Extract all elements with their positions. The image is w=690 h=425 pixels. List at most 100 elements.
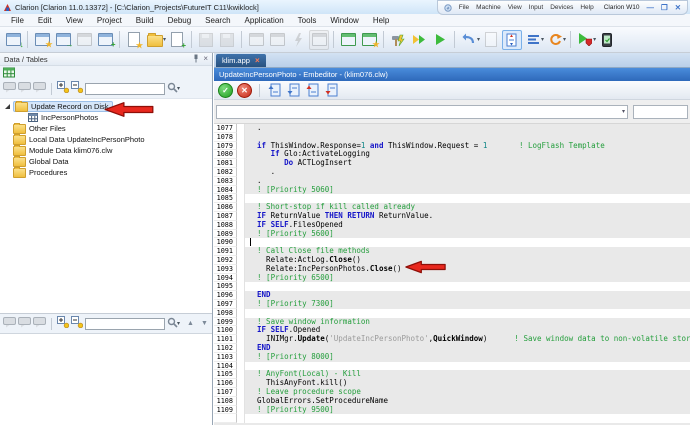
tree-item-update-record-on-disk[interactable]: Update Record on Disk — [0, 101, 212, 112]
add-application-button[interactable]: + — [95, 30, 115, 50]
code-text[interactable]: ! [Priority 7300] — [245, 300, 690, 309]
menu-tools[interactable]: Tools — [291, 16, 324, 25]
code-line-1095[interactable]: 1095 — [214, 282, 690, 291]
embed-list-button[interactable] — [523, 30, 543, 50]
code-text[interactable]: . — [245, 168, 690, 177]
accept-button[interactable]: ✓ — [218, 83, 233, 98]
previous-filled-embed-button[interactable] — [305, 83, 320, 98]
vm-minimize-button[interactable]: — — [646, 4, 654, 11]
next-embed-button[interactable] — [286, 83, 301, 98]
menu-file[interactable]: File — [4, 16, 31, 25]
vm-menu-view[interactable]: View — [508, 4, 522, 11]
secondary-field[interactable] — [633, 105, 688, 119]
code-text[interactable] — [245, 282, 690, 291]
menu-debug[interactable]: Debug — [161, 16, 199, 25]
code-text[interactable]: . — [245, 124, 690, 133]
synchronize-button[interactable] — [545, 30, 565, 50]
menu-window[interactable]: Window — [323, 16, 365, 25]
comment-bubble-icon[interactable] — [33, 315, 46, 333]
bottom-search-input[interactable] — [85, 318, 165, 330]
vm-menu-help[interactable]: Help — [580, 4, 593, 11]
code-line-1082[interactable]: 1082 . — [214, 168, 690, 177]
window-wizard-button[interactable]: ★ — [359, 30, 379, 50]
search-options-caret[interactable]: ▾ — [177, 320, 180, 327]
code-line-1084[interactable]: 1084 ! [Priority 5060] — [214, 186, 690, 195]
mobile-device-button[interactable] — [597, 30, 617, 50]
tree-search-input[interactable] — [85, 83, 165, 95]
code-text[interactable] — [245, 414, 690, 423]
expander-icon[interactable] — [5, 104, 10, 109]
run-button[interactable] — [430, 30, 450, 50]
code-line-partial[interactable] — [214, 414, 690, 423]
tree-item-global-data[interactable]: Global Data — [0, 156, 212, 167]
new-file-button[interactable]: ★ — [124, 30, 144, 50]
vm-menu-input[interactable]: Input — [529, 4, 543, 11]
menu-application[interactable]: Application — [238, 16, 291, 25]
menu-view[interactable]: View — [59, 16, 90, 25]
tab-klim-app[interactable]: klim.app × — [216, 54, 266, 67]
expand-all-icon[interactable] — [57, 80, 69, 98]
code-text[interactable]: ! [Priority 5060] — [245, 186, 690, 195]
open-file-button[interactable] — [145, 30, 165, 50]
code-line-1089[interactable]: 1089 ! [Priority 5600] — [214, 230, 690, 239]
code-line-1109[interactable]: 1109 ! [Priority 9500] — [214, 406, 690, 415]
collapse-all-icon[interactable] — [71, 80, 83, 98]
code-line-1077[interactable]: 1077 . — [214, 124, 690, 133]
code-line-1101[interactable]: 1101 INIMgr.Update('UpdateIncPersonPhoto… — [214, 335, 690, 344]
menu-build[interactable]: Build — [129, 16, 161, 25]
pin-icon[interactable] — [192, 54, 199, 65]
vm-close-button[interactable]: ✕ — [675, 4, 681, 11]
code-line-1103[interactable]: 1103 ! [Priority 8000] — [214, 353, 690, 362]
search-options-caret[interactable]: ▾ — [177, 85, 180, 92]
next-filled-embed-button[interactable] — [324, 83, 339, 98]
comment-bubble-icon[interactable] — [3, 315, 16, 333]
menu-edit[interactable]: Edit — [31, 16, 59, 25]
collapse-all-icon[interactable] — [71, 315, 83, 333]
menu-help[interactable]: Help — [366, 16, 396, 25]
open-application-button[interactable]: ↓ — [3, 30, 23, 50]
code-text[interactable]: ! [Priority 9500] — [245, 406, 690, 415]
build-button[interactable] — [388, 30, 408, 50]
move-down-icon[interactable]: ▼ — [201, 320, 208, 327]
window-options-button[interactable] — [309, 30, 329, 50]
tab-close-icon[interactable]: × — [255, 57, 260, 65]
vm-restore-button[interactable]: ❐ — [661, 4, 668, 11]
generate-code-button[interactable] — [502, 30, 522, 50]
comment-bubble-icon[interactable] — [33, 80, 46, 98]
new-item-button[interactable]: + — [167, 30, 187, 50]
vm-menu-machine[interactable]: Machine — [476, 4, 501, 11]
code-text[interactable]: ! [Priority 5600] — [245, 230, 690, 239]
menu-search[interactable]: Search — [198, 16, 237, 25]
expand-all-icon[interactable] — [57, 315, 69, 333]
build-and-generate-button[interactable] — [409, 30, 429, 50]
panel-close-icon[interactable]: × — [203, 55, 208, 63]
code-text[interactable]: Do ACTLogInsert — [245, 159, 690, 168]
menu-project[interactable]: Project — [90, 16, 129, 25]
code-text[interactable]: INIMgr.Update('UpdateIncPersonPhoto',Qui… — [245, 335, 690, 344]
navigate-back-button[interactable] — [459, 30, 479, 50]
code-editor[interactable]: 1077 .10781079 if ThisWindow.Response=1 … — [214, 124, 690, 425]
embeditor-titlebar[interactable]: UpdateIncPersonPhoto - Embeditor - (klim… — [214, 68, 690, 81]
comment-bubble-icon[interactable] — [18, 80, 31, 98]
vm-menu-devices[interactable]: Devices — [550, 4, 573, 11]
code-line-1097[interactable]: 1097 ! [Priority 7300] — [214, 300, 690, 309]
tree-item-procedures[interactable]: Procedures — [0, 167, 212, 178]
tree-item-other-files[interactable]: Other Files — [0, 123, 212, 134]
copy-application-button[interactable]: → — [53, 30, 73, 50]
vm-menu-file[interactable]: File — [459, 4, 469, 11]
code-text[interactable]: ! [Priority 6500] — [245, 274, 690, 283]
code-text[interactable]: ! [Priority 8000] — [245, 353, 690, 362]
code-line-1081[interactable]: 1081 Do ACTLogInsert — [214, 159, 690, 168]
previous-embed-button[interactable] — [267, 83, 282, 98]
tree-item-local-data-updateincpersonphoto[interactable]: Local Data UpdateIncPersonPhoto — [0, 134, 212, 145]
run-with-debugger-button[interactable] — [575, 30, 595, 50]
comment-bubble-icon[interactable] — [3, 80, 16, 98]
new-application-button[interactable]: ★ — [32, 30, 52, 50]
redraw-window-button[interactable] — [338, 30, 358, 50]
tree-item-incpersonphotos[interactable]: IncPersonPhotos — [0, 112, 212, 123]
tree-item-module-data-klim076-clw[interactable]: Module Data klim076.clw — [0, 145, 212, 156]
embed-point-combobox[interactable]: ▾ — [216, 105, 628, 119]
cancel-button[interactable]: ✕ — [237, 83, 252, 98]
move-up-icon[interactable]: ▲ — [187, 320, 194, 327]
comment-bubble-icon[interactable] — [18, 315, 31, 333]
